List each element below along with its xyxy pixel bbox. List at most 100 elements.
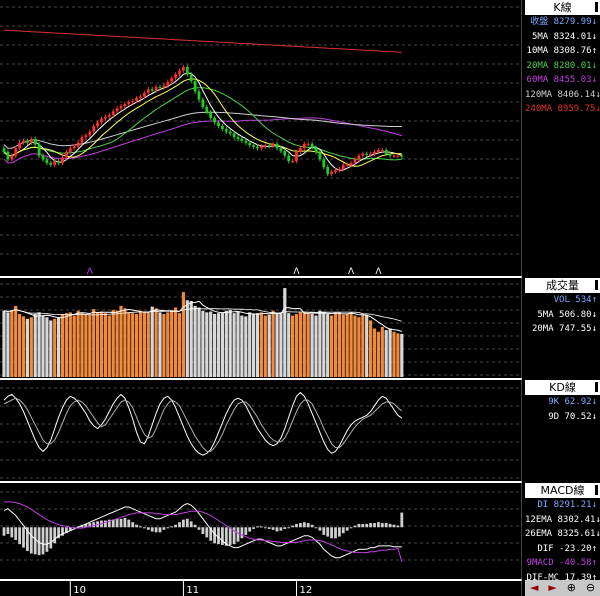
- candle-body: [369, 153, 372, 155]
- candle-body: [209, 112, 213, 118]
- zoom-in-icon[interactable]: ⊕: [567, 581, 576, 595]
- macd-histogram-bar: [252, 527, 255, 529]
- volume-bar: [6, 312, 10, 377]
- candle-body: [88, 131, 92, 136]
- macd-histogram-bar: [29, 527, 33, 554]
- legend-row: 20MA 8280.01↓: [525, 59, 600, 74]
- candle-body: [158, 86, 162, 88]
- volume-legend-panel: 成交量 VOL 534↑ 5MA 506.80↓ 20MA 747.55↓: [525, 278, 600, 337]
- candle-body: [380, 150, 384, 152]
- legend-row: 5MA 8324.01↓: [525, 30, 600, 45]
- macd-histogram-bar: [338, 527, 341, 537]
- down-arrow-icon: ↓: [591, 309, 597, 320]
- candle-body: [248, 142, 252, 146]
- x-axis-label: 11: [186, 585, 199, 596]
- volume-bar: [146, 312, 150, 377]
- legend-row: 20MA 747.55↓: [525, 322, 600, 337]
- volume-bar: [396, 333, 400, 377]
- candle-body: [166, 81, 170, 86]
- macd-histogram-bar: [14, 527, 18, 540]
- k-legend-title[interactable]: K線: [525, 0, 600, 15]
- volume-bar: [174, 307, 178, 377]
- legend-value: 62.92: [559, 397, 592, 407]
- candle-body: [330, 171, 333, 175]
- volume-bar: [103, 313, 107, 377]
- candle-body: [322, 159, 326, 168]
- scroll-right-icon[interactable]: ►: [548, 581, 556, 595]
- candle-body: [213, 117, 216, 123]
- macd-histogram-bar: [123, 517, 127, 528]
- macd-histogram-bar: [197, 527, 201, 530]
- candle-body: [314, 147, 318, 153]
- legend-value: -40.58: [553, 558, 592, 568]
- volume-bar: [96, 312, 100, 377]
- volume-bar: [41, 315, 45, 377]
- macd-histogram-bar: [369, 523, 372, 528]
- panel-handle-icon[interactable]: [595, 280, 598, 290]
- panel-handle-icon[interactable]: [595, 382, 598, 392]
- candle-body: [146, 89, 150, 93]
- legend-row: 60MA 8455.03↓: [525, 73, 600, 88]
- legend-label: VOL: [553, 295, 570, 305]
- volume-bar: [84, 313, 88, 377]
- macd-legend-title[interactable]: MACD線: [525, 483, 600, 498]
- candle-body: [373, 151, 376, 154]
- volume-bar: [326, 313, 330, 377]
- k-legend-rows: 收盤 8279.99↓ 5MA 8324.01↓ 10MA 8308.76↑ 20MA…: [525, 15, 600, 117]
- volume-bar: [248, 312, 252, 377]
- candle-body: [100, 118, 103, 123]
- macd-histogram-bar: [263, 527, 267, 529]
- candle-body: [53, 161, 57, 165]
- candle-body: [111, 111, 115, 116]
- volume-bar: [166, 312, 170, 377]
- macd-histogram-bar: [365, 523, 369, 528]
- candle-body: [18, 142, 21, 149]
- scroll-left-icon[interactable]: ◄: [530, 581, 538, 595]
- macd-histogram-bar: [111, 519, 115, 528]
- volume-bar: [263, 315, 267, 377]
- legend-value: 8279.99: [548, 17, 592, 27]
- candle-body: [396, 155, 400, 157]
- macd-histogram-bar: [201, 527, 205, 535]
- volume-bar: [345, 313, 349, 377]
- candle-body: [291, 161, 294, 163]
- volume-bar: [158, 312, 162, 377]
- volume-bar: [201, 310, 205, 377]
- candle-body: [154, 86, 158, 91]
- candle-body: [135, 98, 138, 101]
- candle-body: [33, 139, 37, 145]
- legend-row: 5MA 506.80↓: [525, 308, 600, 323]
- panel-handle-icon[interactable]: [595, 2, 598, 12]
- volume-bar: [271, 310, 275, 377]
- candle-body: [119, 106, 123, 109]
- panel-handle-icon[interactable]: [595, 485, 598, 495]
- macd-histogram-bar: [6, 527, 10, 535]
- macd-histogram-bar: [146, 527, 150, 530]
- volume-bar: [189, 301, 193, 377]
- legend-label: 5MA: [531, 31, 549, 42]
- candle-body: [275, 143, 279, 149]
- macd-histogram-bar: [22, 527, 25, 548]
- price-pane: [0, 0, 522, 275]
- zoom-out-icon[interactable]: ⊖: [586, 581, 595, 595]
- macd-histogram-bar: [41, 527, 45, 555]
- legend-label: 12EMA: [525, 514, 553, 525]
- x-axis-label: 10: [73, 585, 86, 596]
- signal-mark: Λ: [293, 267, 300, 277]
- candle-body: [377, 150, 380, 152]
- volume-legend-title[interactable]: 成交量: [525, 278, 600, 293]
- candle-body: [178, 70, 181, 75]
- volume-bar: [99, 311, 104, 377]
- macd-histogram-bar: [182, 519, 185, 528]
- candle-body: [205, 106, 209, 113]
- candle-body: [279, 148, 283, 152]
- kd-legend-title[interactable]: KD線: [525, 380, 600, 395]
- macd-histogram-bar: [244, 527, 248, 535]
- candle-body: [84, 135, 88, 138]
- candle-body: [57, 161, 60, 163]
- macd-histogram-bar: [322, 527, 326, 535]
- volume-bar: [252, 313, 256, 377]
- candle-body: [41, 155, 45, 160]
- volume-bar: [353, 315, 357, 377]
- legend-value: 8324.01: [548, 31, 592, 42]
